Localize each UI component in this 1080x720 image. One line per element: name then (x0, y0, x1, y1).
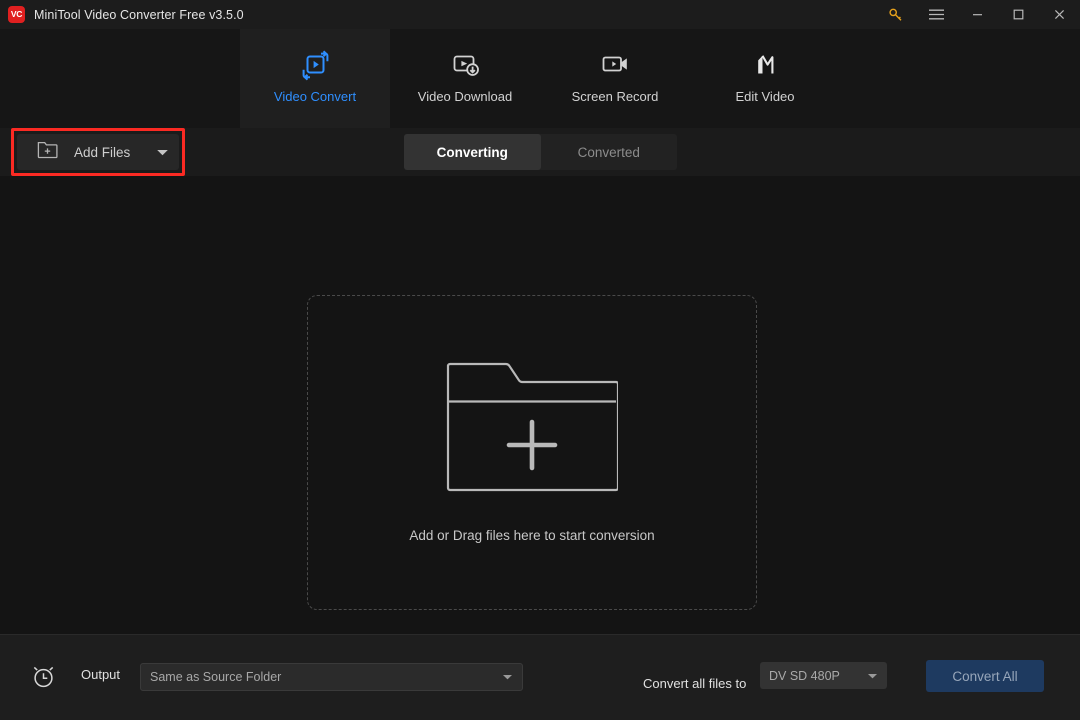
maximize-icon[interactable] (998, 0, 1039, 29)
key-icon[interactable] (875, 0, 916, 29)
chevron-down-icon[interactable] (867, 667, 878, 685)
convert-all-button[interactable]: Convert All (926, 660, 1044, 692)
app-logo-text: VC (10, 9, 23, 20)
output-format-select[interactable]: DV SD 480P (760, 662, 887, 689)
edit-video-icon (749, 43, 782, 87)
tab-converting[interactable]: Converting (404, 134, 541, 170)
tab-edit-video[interactable]: Edit Video (690, 29, 840, 128)
toolbar: Add Files Converting Converted (0, 128, 1080, 176)
add-files-highlight: Add Files (11, 128, 185, 176)
tab-video-convert[interactable]: Video Convert (240, 29, 390, 128)
main-navigation: Video Convert Video Download Screen Reco… (0, 29, 1080, 128)
alarm-clock-icon[interactable] (30, 663, 57, 695)
tab-label: Video Download (417, 89, 513, 104)
tab-converted[interactable]: Converted (541, 134, 678, 170)
window-controls (875, 0, 1080, 29)
app-window: VC MiniTool Video Converter Free v3.5.0 (0, 0, 1080, 720)
output-label: Output (81, 667, 121, 682)
folder-plus-large-icon (446, 356, 620, 501)
video-convert-icon (299, 43, 332, 87)
output-folder-select[interactable]: Same as Source Folder (140, 663, 523, 691)
hamburger-menu-icon[interactable] (916, 0, 957, 29)
nav-left-spacer (0, 29, 240, 128)
output-folder-value: Same as Source Folder (150, 670, 282, 684)
tab-video-download[interactable]: Video Download (390, 29, 540, 128)
app-logo-icon: VC (8, 6, 25, 23)
chevron-down-icon[interactable] (156, 148, 169, 157)
main-content: Add or Drag files here to start conversi… (0, 176, 1080, 634)
tab-label: Screen Record (571, 89, 659, 104)
close-icon[interactable] (1039, 0, 1080, 29)
minimize-icon[interactable] (957, 0, 998, 29)
file-dropzone[interactable]: Add or Drag files here to start conversi… (307, 295, 757, 610)
add-files-button[interactable]: Add Files (17, 134, 179, 170)
video-download-icon (449, 43, 482, 87)
screen-record-icon (599, 43, 632, 87)
chevron-down-icon[interactable] (502, 668, 513, 686)
output-format-value: DV SD 480P (769, 668, 840, 683)
tab-label: Edit Video (735, 89, 795, 104)
conversion-status-tabs: Converting Converted (404, 134, 677, 170)
add-files-label: Add Files (74, 144, 131, 160)
app-title: MiniTool Video Converter Free v3.5.0 (34, 7, 244, 22)
tab-label: Video Convert (273, 89, 357, 104)
dropzone-text: Add or Drag files here to start conversi… (409, 528, 655, 543)
bottom-bar: Output Same as Source Folder Convert all… (0, 634, 1080, 720)
folder-plus-icon (37, 140, 58, 164)
tab-screen-record[interactable]: Screen Record (540, 29, 690, 128)
title-bar: VC MiniTool Video Converter Free v3.5.0 (0, 0, 1080, 29)
convert-all-to-label: Convert all files to (643, 676, 747, 691)
